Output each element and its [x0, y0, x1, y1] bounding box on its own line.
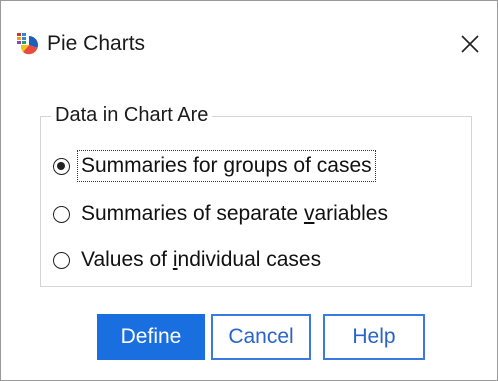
radio-summaries-for-groups[interactable]: Summaries for groups of cases [53, 149, 376, 183]
radio-label-summaries-for-groups: Summaries for groups of cases [77, 150, 376, 182]
radio-label-summaries-separate-variables: Summaries of separate variables [81, 202, 388, 225]
define-button[interactable]: Define [97, 314, 205, 360]
radio-button-selected[interactable] [53, 157, 70, 175]
groupbox-legend: Data in Chart Are [51, 103, 213, 127]
radio-button[interactable] [53, 205, 70, 223]
cancel-button[interactable]: Cancel [211, 314, 311, 360]
radio-label-values-individual-cases: Values of individual cases [81, 248, 322, 271]
window-title: Pie Charts [47, 32, 146, 55]
pie-chart-app-icon [15, 31, 39, 55]
radio-button[interactable] [53, 251, 70, 269]
close-icon [461, 35, 479, 53]
title-bar[interactable]: Pie Charts [1, 1, 497, 79]
radio-summaries-separate-variables[interactable]: Summaries of separate variables [53, 197, 391, 231]
radio-values-individual-cases[interactable]: Values of individual cases [53, 243, 324, 277]
pie-charts-dialog: Pie Charts Data in Chart Are Summaries f… [0, 0, 498, 381]
close-button[interactable] [455, 29, 485, 59]
help-button[interactable]: Help [323, 314, 425, 360]
